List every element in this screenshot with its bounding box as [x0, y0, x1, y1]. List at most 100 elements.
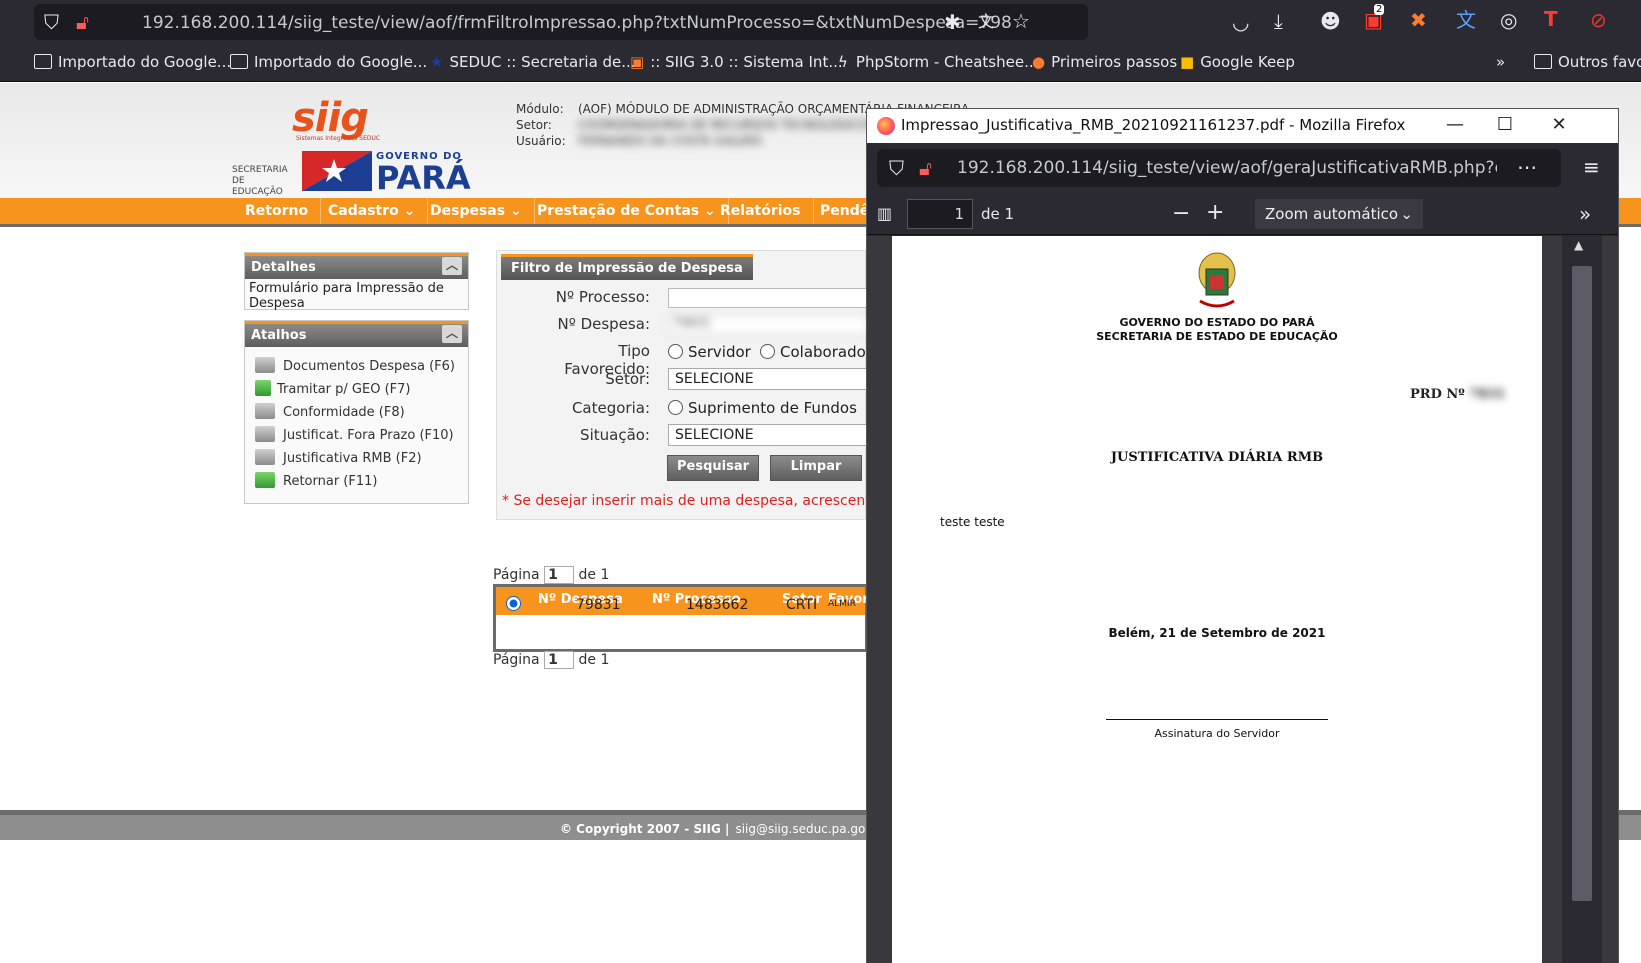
- setor-select[interactable]: SELECIONE: [668, 368, 868, 390]
- folder-icon: [34, 54, 52, 69]
- collapse-icon[interactable]: ︿: [442, 325, 462, 343]
- shortcut-justificat-fora-prazo[interactable]: Justificat. Fora Prazo (F10): [255, 426, 454, 443]
- maximize-icon[interactable]: ☐: [1493, 114, 1517, 135]
- shortcut-conformidade[interactable]: Conformidade (F8): [255, 403, 405, 420]
- scrollbar-thumb[interactable]: [1572, 266, 1592, 901]
- menu-cadastro[interactable]: Cadastro ⌄: [316, 198, 429, 224]
- shortcut-justificativa-rmb[interactable]: Justificativa RMB (F2): [255, 449, 422, 466]
- printer-icon: [255, 357, 275, 373]
- insecure-lock-icon[interactable]: 🔓︎: [919, 158, 932, 178]
- menu-prestacao-contas[interactable]: Prestação de Contas ⌄: [525, 198, 729, 224]
- popup-titlebar: Impressao_Justificativa_RMB_202109211612…: [867, 109, 1618, 143]
- search-button[interactable]: Pesquisar: [667, 455, 759, 481]
- minimize-icon[interactable]: —: [1443, 114, 1467, 135]
- pdf-sec-title: SECRETARIA DE ESTADO DE EDUCAÇÃO: [1096, 330, 1338, 343]
- shortcut-documentos-despesa[interactable]: Documentos Despesa (F6): [255, 357, 455, 374]
- row-despesa: 79831: [576, 597, 621, 613]
- close-icon[interactable]: ✕: [1547, 114, 1571, 135]
- cookie-icon[interactable]: ◎: [1500, 10, 1517, 30]
- extension-badge-count: 2: [1374, 4, 1385, 15]
- radio-icon: [760, 344, 775, 359]
- bookmark-google-keep[interactable]: ■ Google Keep: [1180, 53, 1295, 71]
- popup-url-text[interactable]: 192.168.200.114/siig_teste/view/aof/gera…: [957, 158, 1497, 178]
- menu-despesas[interactable]: Despesas ⌄: [418, 198, 535, 224]
- coat-of-arms-icon: [1198, 252, 1236, 308]
- star-bookmark-icon[interactable]: ☆: [1012, 11, 1030, 31]
- pdf-gov-title: GOVERNO DO ESTADO DO PARÁ: [1119, 316, 1315, 329]
- url-text[interactable]: 192.168.200.114/siig_teste/view/aof/frmF…: [142, 13, 1012, 33]
- pdf-toolbar: ▥ 1 de 1 − + Zoom automático ⌄ »: [867, 193, 1618, 235]
- menu-relatorios[interactable]: Relatórios: [708, 198, 814, 224]
- pdf-popup-window: Impressao_Justificativa_RMB_202109211612…: [866, 108, 1619, 963]
- zoom-select[interactable]: Zoom automático ⌄: [1255, 199, 1423, 229]
- shield-icon[interactable]: ⛉: [44, 12, 59, 32]
- bookmark-seduc[interactable]: ★ SEDUC :: Secretaria de...: [430, 53, 636, 71]
- clear-button[interactable]: Limpar: [770, 455, 862, 481]
- pdf-prd: PRD Nº 7831: [1410, 387, 1506, 402]
- menu-hamburger-icon[interactable]: ≡: [1583, 157, 1600, 177]
- scroll-up-icon[interactable]: ▲: [1574, 238, 1583, 252]
- footer-email[interactable]: siig@siig.seduc.pa.gov.br: [735, 822, 887, 836]
- zoom-in-icon[interactable]: +: [1206, 200, 1224, 225]
- extension-icon[interactable]: ☻: [1320, 11, 1341, 31]
- download-icon[interactable]: ⤓: [1274, 11, 1283, 31]
- radio-suprimento-fundos[interactable]: Suprimento de Fundos: [668, 399, 857, 417]
- page-input[interactable]: 1: [544, 566, 575, 584]
- usuario-value: FERNANDO DA COSTA GALVÃO: [578, 134, 763, 148]
- shortcuts-panel-title: Atalhos: [251, 328, 307, 343]
- browser-toolbar: ⛉ 🔓︎ 192.168.200.114/siig_teste/view/aof…: [0, 0, 1641, 44]
- radio-icon: [668, 344, 683, 359]
- pdf-page-total: de 1: [981, 205, 1015, 223]
- popup-address-bar[interactable]: ⛉ 🔓︎ 192.168.200.114/siig_teste/view/aof…: [877, 149, 1561, 187]
- siig-icon: ▣: [630, 53, 645, 71]
- zoom-out-icon[interactable]: −: [1172, 201, 1190, 226]
- row-select-radio[interactable]: [506, 596, 521, 611]
- tools-overflow-icon[interactable]: »: [1579, 202, 1591, 226]
- folder-icon: [1534, 54, 1552, 69]
- shield-icon[interactable]: ⛉: [889, 158, 904, 178]
- shortcut-retornar[interactable]: Retornar (F11): [255, 472, 377, 489]
- radio-servidor[interactable]: Servidor: [668, 343, 751, 361]
- back-arrow-icon: [255, 472, 275, 488]
- pdf-page-input[interactable]: 1: [907, 199, 973, 229]
- radio-colaborador[interactable]: Colaborador: [760, 343, 872, 361]
- address-bar[interactable]: ⛉ 🔓︎ 192.168.200.114/siig_teste/view/aof…: [34, 4, 1088, 40]
- footer-text: © Copyright 2007 - SIIG | siig@siig.seduc…: [560, 822, 888, 836]
- pocket-icon[interactable]: ◡: [1232, 12, 1249, 32]
- pager-label: Página: [493, 567, 540, 583]
- collapse-icon[interactable]: ︿: [442, 257, 462, 275]
- shortcuts-panel: Atalhos ︿ Documentos Despesa (F6) Tramit…: [244, 320, 469, 504]
- pager-top: Página 1 de 1: [493, 566, 609, 584]
- processo-input[interactable]: [668, 288, 868, 308]
- tramitar-icon: [255, 380, 271, 396]
- menu-retorno[interactable]: Retorno: [233, 198, 322, 224]
- blocker-icon[interactable]: ⊘: [1590, 10, 1607, 30]
- situacao-select[interactable]: SELECIONE: [668, 424, 868, 446]
- bookmark-folder[interactable]: Importado do Google...: [230, 53, 427, 71]
- translate-icon[interactable]: 文: [978, 12, 994, 32]
- page-input[interactable]: 1: [544, 651, 575, 669]
- insecure-lock-icon[interactable]: 🔓︎: [76, 12, 89, 32]
- filter-title: Filtro de Impressão de Despesa: [501, 254, 753, 280]
- categoria-label: Categoria:: [571, 399, 650, 417]
- bookmark-primeiros-passos[interactable]: ● Primeiros passos: [1032, 53, 1177, 71]
- tools-icon[interactable]: ✖: [1410, 10, 1427, 30]
- printer-icon: [255, 449, 275, 465]
- results-table: Nº Despesa Nº Processo Setor Favorecido …: [493, 584, 908, 652]
- text-ext-icon[interactable]: T: [1544, 9, 1558, 29]
- translate-ext-icon[interactable]: 文: [1456, 10, 1476, 30]
- pdf-scrollbar[interactable]: ▲: [1562, 236, 1602, 963]
- bookmark-siig[interactable]: ▣:: SIIG 3.0 :: Sistema Int...: [630, 53, 843, 71]
- firefox-icon: ●: [1032, 53, 1046, 71]
- sidebar-toggle-icon[interactable]: ▥: [877, 204, 892, 223]
- bookmarks-overflow-icon[interactable]: »: [1496, 53, 1505, 71]
- shortcut-tramitar-geo[interactable]: Tramitar p/ GEO (F7): [255, 380, 410, 397]
- bookmark-other[interactable]: Outros favor: [1534, 53, 1641, 71]
- bookmark-phpstorm[interactable]: ϟ PhpStorm - Cheatshee...: [838, 53, 1038, 71]
- siig-logo-subtext: Sistemas Integrados SEDUC: [296, 135, 381, 142]
- menu-arrow-icon: ⌄: [403, 203, 416, 219]
- more-actions-icon[interactable]: ⋯: [1517, 157, 1537, 177]
- bookmark-folder[interactable]: Importado do Google...: [34, 53, 231, 71]
- despesa-input[interactable]: 79831: [668, 315, 868, 335]
- bug-icon[interactable]: ✱: [944, 12, 961, 32]
